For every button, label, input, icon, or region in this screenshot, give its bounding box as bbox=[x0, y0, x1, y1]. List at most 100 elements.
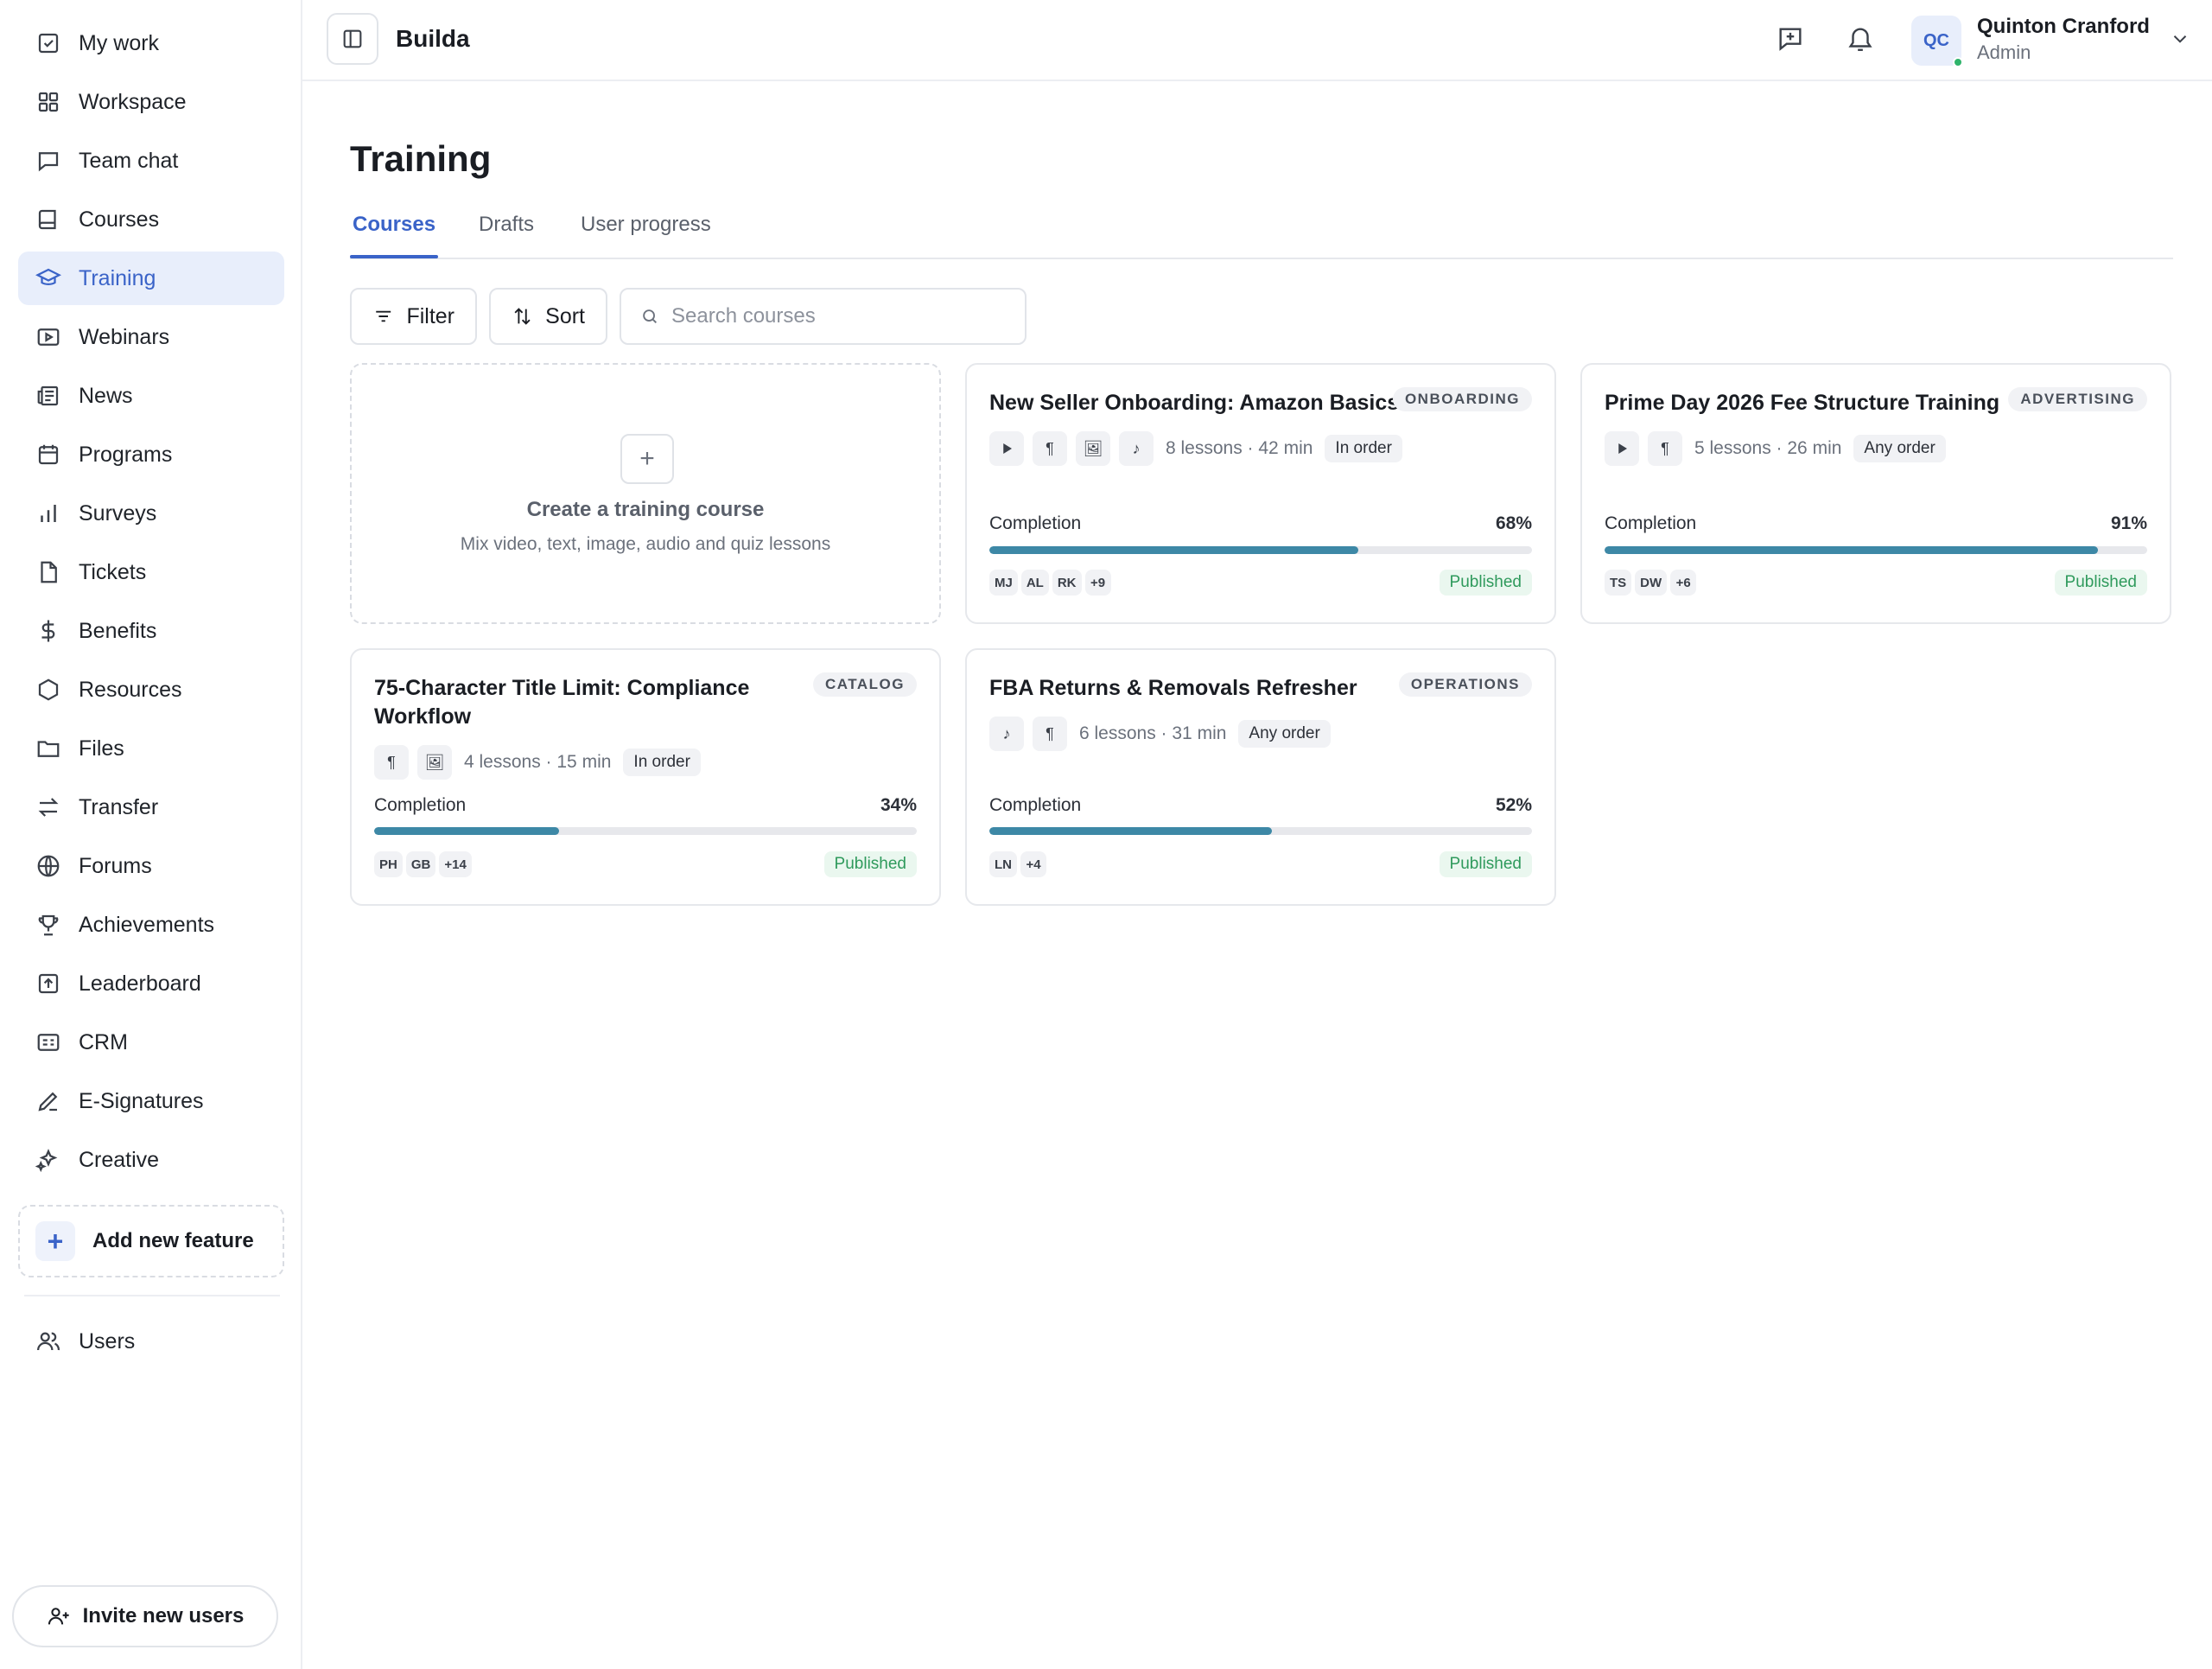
sidebar-item-label: Webinars bbox=[79, 324, 170, 349]
sidebar-item-team-chat[interactable]: Team chat bbox=[18, 134, 284, 188]
sidebar-item-news[interactable]: News bbox=[18, 369, 284, 423]
status-badge: Published bbox=[1439, 851, 1532, 877]
course-lesson-count: 4 lessons · 15 min bbox=[464, 752, 612, 772]
learner-avatar: DW bbox=[1635, 570, 1668, 596]
newspaper-icon bbox=[35, 382, 62, 410]
search-box[interactable] bbox=[620, 288, 1027, 345]
course-title: FBA Returns & Removals Refresher bbox=[989, 676, 1357, 700]
sidebar-item-achievements[interactable]: Achievements bbox=[18, 898, 284, 952]
completion-progress-bar bbox=[1605, 546, 2147, 554]
learner-avatar: GB bbox=[405, 851, 436, 877]
dollar-icon bbox=[35, 617, 62, 645]
learner-avatar: TS bbox=[1605, 570, 1632, 596]
completion-percent: 91% bbox=[2110, 513, 2147, 533]
filter-button[interactable]: Filter bbox=[350, 288, 477, 345]
sidebar-item-tickets[interactable]: Tickets bbox=[18, 545, 284, 599]
page-title: Training bbox=[350, 138, 492, 179]
sort-icon bbox=[514, 308, 531, 325]
sidebar-item-training[interactable]: Training bbox=[18, 252, 284, 305]
completion-progress-bar bbox=[989, 827, 1532, 835]
course-order-badge: In order bbox=[1325, 435, 1402, 462]
sort-button[interactable]: Sort bbox=[489, 288, 607, 345]
sidebar-item-label: Forums bbox=[79, 853, 152, 878]
sidebar-item-e-signatures[interactable]: E-Signatures bbox=[18, 1074, 284, 1128]
sidebar-item-label: Resources bbox=[79, 677, 182, 702]
course-category-tag: ADVERTISING bbox=[2008, 387, 2147, 411]
sidebar: My work Workspace Team chat Courses Trai… bbox=[0, 0, 302, 1669]
sidebar-item-label: Tickets bbox=[79, 559, 147, 584]
file-icon bbox=[35, 558, 62, 586]
sidebar-item-crm[interactable]: CRM bbox=[18, 1016, 284, 1069]
feedback-button[interactable] bbox=[1772, 21, 1808, 57]
course-card[interactable]: FBA Returns & Removals Refresher OPERATI… bbox=[965, 648, 1556, 906]
sidebar-item-benefits[interactable]: Benefits bbox=[18, 604, 284, 658]
create-course-title: Create a training course bbox=[526, 498, 765, 521]
sort-label: Sort bbox=[545, 303, 585, 328]
sidebar-item-transfer[interactable]: Transfer bbox=[18, 780, 284, 834]
create-course-card[interactable]: + Create a training course Mix video, te… bbox=[350, 363, 941, 624]
image-lesson-icon: 🖼 bbox=[1076, 431, 1110, 466]
sidebar-item-forums[interactable]: Forums bbox=[18, 839, 284, 893]
user-role: Admin bbox=[1977, 41, 2031, 63]
course-lesson-count: 6 lessons · 31 min bbox=[1079, 723, 1227, 743]
avatar[interactable]: QC bbox=[1911, 16, 1963, 67]
chat-icon bbox=[35, 147, 62, 175]
sidebar-toggle-button[interactable] bbox=[327, 13, 378, 65]
tab-courses[interactable]: Courses bbox=[353, 213, 435, 237]
sidebar-item-label: Training bbox=[79, 265, 156, 290]
audio-lesson-icon: ♪ bbox=[989, 717, 1024, 751]
add-new-feature-button[interactable]: + Add new feature bbox=[18, 1205, 284, 1277]
status-badge: Published bbox=[2054, 570, 2147, 596]
course-card[interactable]: 75-Character Title Limit: Compliance Wor… bbox=[350, 648, 941, 906]
sidebar-item-leaderboard[interactable]: Leaderboard bbox=[18, 957, 284, 1010]
completion-label: Completion bbox=[989, 513, 1082, 533]
invite-users-button[interactable]: Invite new users bbox=[12, 1585, 278, 1647]
course-order-badge: Any order bbox=[1853, 435, 1946, 462]
avatar-initials: QC bbox=[1923, 30, 1949, 50]
tab-user-progress[interactable]: User progress bbox=[581, 213, 711, 237]
sidebar-item-resources[interactable]: Resources bbox=[18, 663, 284, 717]
learner-avatar: PH bbox=[374, 851, 403, 877]
sidebar-item-files[interactable]: Files bbox=[18, 722, 284, 775]
learner-avatars: TS DW +6 bbox=[1605, 570, 1700, 596]
notifications-button[interactable] bbox=[1842, 21, 1878, 57]
user-plus-icon bbox=[48, 1608, 69, 1625]
course-card[interactable]: New Seller Onboarding: Amazon Basics ONB… bbox=[965, 363, 1556, 624]
course-meta: ¶ 5 lessons · 26 min Any order bbox=[1605, 431, 1946, 466]
sidebar-item-surveys[interactable]: Surveys bbox=[18, 487, 284, 540]
sparkles-icon bbox=[35, 1146, 62, 1174]
book-icon bbox=[35, 206, 62, 233]
bell-icon bbox=[1848, 28, 1872, 51]
learner-avatars: MJ AL RK +9 bbox=[989, 570, 1115, 596]
sidebar-item-label: Files bbox=[79, 736, 124, 761]
learner-overflow-count: +4 bbox=[1020, 851, 1046, 877]
sidebar-item-my-work[interactable]: My work bbox=[18, 16, 284, 70]
search-input[interactable] bbox=[671, 304, 1017, 328]
course-card[interactable]: Prime Day 2026 Fee Structure Training AD… bbox=[1580, 363, 2171, 624]
sidebar-item-programs[interactable]: Programs bbox=[18, 428, 284, 481]
tab-drafts[interactable]: Drafts bbox=[479, 213, 534, 237]
search-icon bbox=[643, 309, 657, 323]
bar-chart-icon bbox=[35, 500, 62, 527]
sidebar-item-label: Transfer bbox=[79, 794, 159, 819]
course-category-tag: CATALOG bbox=[812, 672, 917, 697]
sidebar-panel-icon bbox=[343, 29, 362, 48]
video-lesson-icon bbox=[1605, 431, 1639, 466]
sidebar-item-webinars[interactable]: Webinars bbox=[18, 310, 284, 364]
learner-avatar: RK bbox=[1052, 570, 1082, 596]
chevron-down-icon[interactable] bbox=[2169, 28, 2191, 50]
completion-progress-bar bbox=[989, 546, 1532, 554]
sidebar-item-creative[interactable]: Creative bbox=[18, 1133, 284, 1187]
sidebar-item-users[interactable]: Users bbox=[18, 1315, 284, 1368]
course-title: 75-Character Title Limit: Compliance Wor… bbox=[374, 676, 750, 729]
calendar-icon bbox=[35, 441, 62, 468]
user-name: Quinton Cranford bbox=[1977, 15, 2150, 38]
status-badge: Published bbox=[823, 851, 917, 877]
completion-label: Completion bbox=[989, 795, 1082, 815]
sidebar-item-workspace[interactable]: Workspace bbox=[18, 75, 284, 129]
filter-icon bbox=[376, 310, 391, 322]
sidebar-item-courses[interactable]: Courses bbox=[18, 193, 284, 246]
image-lesson-icon: 🖼 bbox=[417, 745, 452, 780]
course-order-badge: In order bbox=[623, 749, 701, 776]
sidebar-item-label: Achievements bbox=[79, 912, 215, 937]
